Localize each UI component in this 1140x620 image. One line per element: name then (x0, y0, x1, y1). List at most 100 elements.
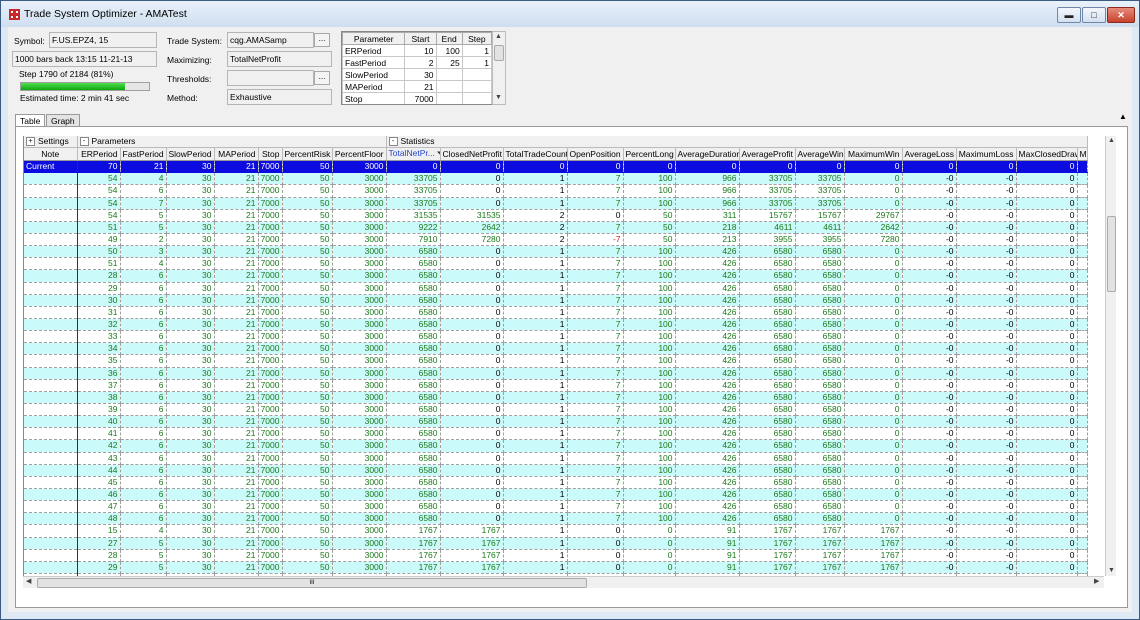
table-cell[interactable]: 426 (675, 318, 740, 332)
table-cell[interactable]: 6580 (739, 427, 796, 441)
table-cell[interactable] (1077, 354, 1088, 368)
table-cell[interactable] (1077, 330, 1088, 344)
table-cell[interactable]: 38 (77, 391, 121, 404)
table-cell[interactable]: 3000 (332, 391, 387, 404)
param-cell[interactable] (435, 68, 463, 81)
table-cell[interactable]: 7000 (258, 512, 283, 526)
table-cell[interactable]: 50 (282, 269, 333, 283)
table-cell[interactable]: 0 (440, 367, 504, 380)
table-cell[interactable]: -0 (956, 476, 1017, 489)
table-cell[interactable]: 3000 (332, 342, 387, 356)
table-cell[interactable]: 1 (503, 306, 568, 319)
table-cell[interactable]: 21 (214, 476, 259, 489)
table-cell[interactable]: 21 (214, 367, 259, 380)
table-cell[interactable]: 50 (282, 282, 333, 295)
table-cell[interactable]: 6580 (739, 379, 796, 392)
table-cell[interactable]: 100 (623, 306, 676, 319)
table-cell[interactable]: 0 (440, 452, 504, 465)
table-cell[interactable]: -0 (902, 549, 957, 562)
column-header-note[interactable]: Note (24, 147, 78, 162)
table-cell[interactable]: 21 (214, 403, 259, 417)
table-cell[interactable]: 3000 (332, 464, 387, 477)
table-cell[interactable]: 0 (1016, 354, 1078, 368)
table-cell[interactable] (24, 512, 78, 526)
table-cell[interactable] (1077, 221, 1088, 234)
column-header-m[interactable]: M (1077, 147, 1088, 162)
close-button[interactable]: ✕ (1107, 7, 1135, 23)
table-cell[interactable]: 6580 (795, 379, 845, 392)
table-cell[interactable]: -0 (956, 439, 1017, 453)
table-cell[interactable]: 1767 (739, 549, 796, 562)
table-cell[interactable]: 50 (282, 439, 333, 453)
table-cell[interactable]: 6580 (795, 452, 845, 465)
table-cell[interactable]: -0 (956, 537, 1017, 550)
table-cell[interactable]: 100 (623, 354, 676, 368)
table-cell[interactable]: 54 (77, 172, 121, 186)
table-cell[interactable]: 30 (166, 330, 215, 344)
table-cell[interactable]: 33 (77, 330, 121, 344)
table-cell[interactable]: 7000 (258, 537, 283, 550)
maximizing-field[interactable]: TotalNetProfit (227, 51, 332, 67)
table-row[interactable]: 51 4 30 21 7000 50 3000 6580 0 1 7 100 426 6580 6580 0-… (24, 257, 1088, 271)
table-cell[interactable]: 1767 (739, 561, 796, 574)
table-cell[interactable]: 4611 (795, 221, 845, 234)
table-cell[interactable]: 21 (120, 160, 167, 174)
table-cell[interactable]: 0 (844, 379, 903, 392)
table-cell[interactable]: 7000 (258, 500, 283, 514)
table-cell[interactable]: 0 (440, 197, 504, 210)
table-cell[interactable]: 0 (1016, 282, 1078, 295)
table-cell[interactable]: 0 (1016, 464, 1078, 477)
table-cell[interactable]: 6580 (795, 318, 845, 332)
param-cell[interactable] (461, 92, 492, 104)
table-cell[interactable]: 100 (623, 342, 676, 356)
table-cell[interactable]: -0 (956, 549, 1017, 562)
table-cell[interactable]: 30 (166, 160, 215, 174)
table-cell[interactable]: 426 (675, 282, 740, 295)
table-cell[interactable]: 6580 (739, 464, 796, 477)
table-cell[interactable]: 50 (282, 367, 333, 380)
table-cell[interactable]: 6580 (739, 245, 796, 259)
table-cell[interactable]: 3000 (332, 257, 387, 271)
table-cell[interactable] (1077, 318, 1088, 332)
table-cell[interactable]: 1 (503, 403, 568, 417)
table-cell[interactable]: 0 (567, 524, 624, 538)
table-cell[interactable]: 7 (567, 512, 624, 526)
table-row[interactable]: 36 6 30 21 7000 50 3000 6580 0 1 7 100 426 6580 6580 0-… (24, 367, 1088, 380)
table-cell[interactable]: 0 (623, 549, 676, 562)
table-cell[interactable]: 7 (567, 439, 624, 453)
table-cell[interactable]: 21 (214, 257, 259, 271)
table-cell[interactable]: 0 (503, 160, 568, 174)
table-cell[interactable]: 6580 (386, 354, 441, 368)
table-cell[interactable]: -0 (902, 221, 957, 234)
table-cell[interactable] (24, 415, 78, 429)
table-cell[interactable]: 7000 (258, 282, 283, 295)
table-cell[interactable]: -0 (956, 367, 1017, 380)
table-cell[interactable]: 0 (1016, 391, 1078, 404)
table-cell[interactable]: 3000 (332, 561, 387, 574)
table-cell[interactable]: 6 (120, 403, 167, 417)
table-cell[interactable]: 6580 (739, 476, 796, 489)
table-cell[interactable]: -0 (902, 233, 957, 247)
table-cell[interactable]: 6580 (739, 391, 796, 404)
table-cell[interactable]: 6580 (795, 403, 845, 417)
table-cell[interactable]: 6580 (795, 245, 845, 259)
table-row[interactable]: 29 5 30 21 7000 50 3000 1767 1767 1 0 0 91 1767 1767 17… (24, 561, 1088, 574)
table-cell[interactable]: 7000 (258, 269, 283, 283)
table-cell[interactable]: 100 (623, 367, 676, 380)
table-cell[interactable]: 21 (214, 197, 259, 210)
table-cell[interactable]: 30 (166, 488, 215, 502)
table-cell[interactable]: 50 (282, 184, 333, 198)
table-cell[interactable]: 0 (1016, 439, 1078, 453)
table-cell[interactable]: -0 (956, 209, 1017, 222)
table-cell[interactable]: 30 (166, 354, 215, 368)
table-cell[interactable]: 91 (675, 549, 740, 562)
table-cell[interactable]: 29767 (844, 209, 903, 222)
table-cell[interactable]: 15767 (739, 209, 796, 222)
table-cell[interactable]: 3000 (332, 209, 387, 222)
table-cell[interactable] (24, 245, 78, 259)
table-cell[interactable]: 7 (567, 330, 624, 344)
table-cell[interactable]: 31 (77, 306, 121, 319)
table-cell[interactable]: 0 (1016, 318, 1078, 332)
table-cell[interactable]: 0 (844, 282, 903, 295)
table-cell[interactable]: 426 (675, 379, 740, 392)
